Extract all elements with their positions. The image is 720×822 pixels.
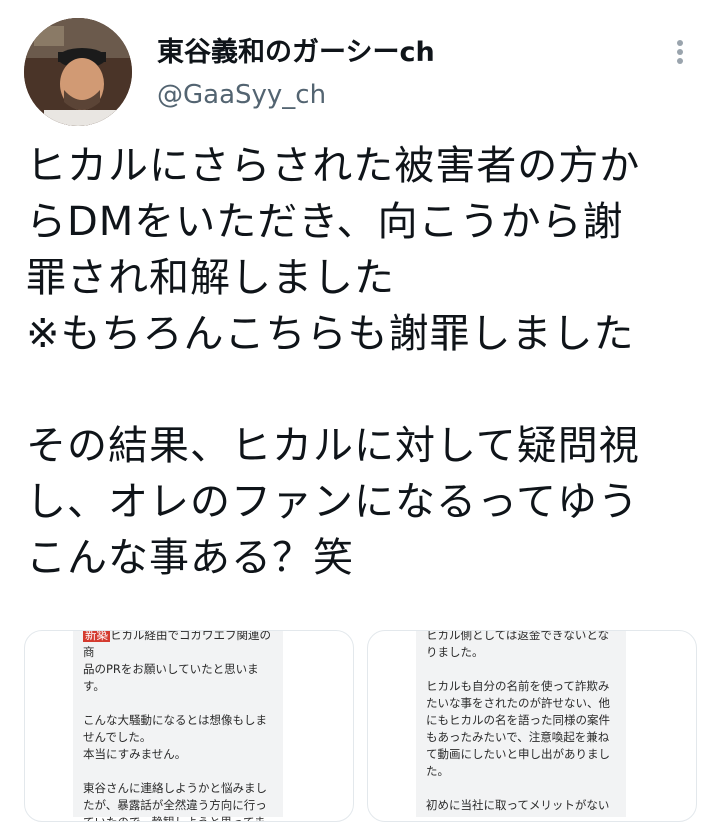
more-dot bbox=[677, 40, 683, 46]
more-vertical-icon[interactable] bbox=[664, 36, 696, 68]
avatar[interactable] bbox=[24, 18, 132, 126]
tweet-header: 東谷義和のガーシーch @GaaSyy_ch bbox=[0, 0, 720, 135]
tweet-text: ヒカルにさらされた被害者の方か らDMをいただき、向こうから謝 罪され和解しまし… bbox=[26, 143, 641, 581]
screenshot-body-1: ヒカル経由でコガワエフ関連の商 品のPRをお願いしていたと思いま す。 こんな大… bbox=[83, 630, 271, 822]
more-dot bbox=[677, 58, 683, 64]
screenshot-text-1: 新築 ヒカル経由でコガワエフ関連の商 品のPRをお願いしていたと思いま す。 こん… bbox=[73, 630, 283, 821]
avatar-photo bbox=[24, 18, 132, 126]
screenshot-body-2: ヒカル側としては返金できないとな りました。 ヒカルも自分の名前を使って詐欺み … bbox=[426, 630, 610, 812]
author-name[interactable]: 東谷義和のガーシーch bbox=[157, 30, 435, 69]
media-image-2[interactable]: ヒカル側としては返金できないとな りました。 ヒカルも自分の名前を使って詐欺み … bbox=[367, 630, 697, 822]
screenshot-text-2: ヒカル側としては返金できないとな りました。 ヒカルも自分の名前を使って詐欺み … bbox=[416, 630, 626, 817]
more-dot bbox=[677, 49, 683, 55]
media-image-1[interactable]: 新築 ヒカル経由でコガワエフ関連の商 品のPRをお願いしていたと思いま す。 こん… bbox=[24, 630, 354, 822]
author-handle[interactable]: @GaaSyy_ch bbox=[157, 80, 326, 110]
screenshot-badge: 新築 bbox=[83, 630, 110, 642]
